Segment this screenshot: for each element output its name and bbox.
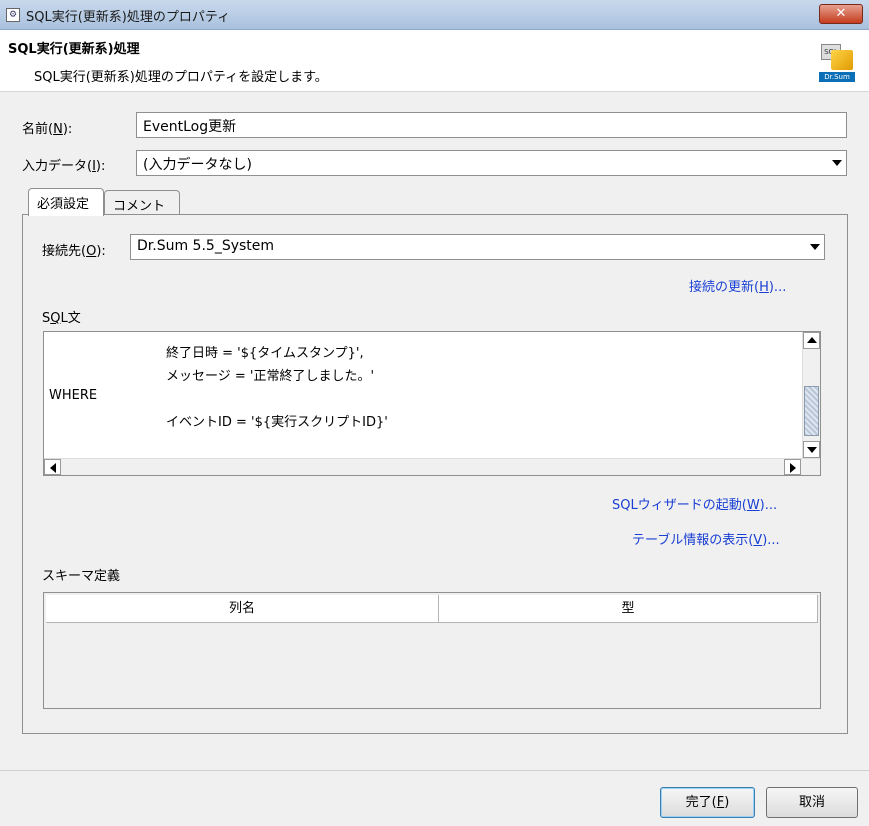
footer-divider	[0, 770, 869, 771]
sql-editor[interactable]: 終了日時 = '${タイムスタンプ}', メッセージ = '正常終了しました。'…	[43, 331, 821, 476]
scroll-up-button[interactable]	[803, 332, 820, 349]
column-header-name[interactable]: 列名	[46, 595, 439, 623]
dr-sum-logo-icon: SQL Dr.Sum	[819, 44, 855, 84]
chevron-down-icon[interactable]	[832, 160, 842, 166]
name-input[interactable]: EventLog更新	[136, 112, 847, 138]
scroll-thumb[interactable]	[804, 386, 819, 436]
header-title: SQL実行(更新系)処理	[8, 42, 140, 57]
tab-required-settings[interactable]: 必須設定	[28, 188, 104, 216]
finish-button[interactable]: 完了(F)	[660, 787, 755, 818]
refresh-connection-link[interactable]: 接続の更新(H)...	[689, 276, 786, 295]
sql-wizard-link[interactable]: SQLウィザードの起動(W)...	[612, 494, 777, 513]
header-description: SQL実行(更新系)処理のプロパティを設定します。	[34, 70, 328, 85]
window-title: SQL実行(更新系)処理のプロパティ	[26, 10, 231, 25]
cancel-button[interactable]: 取消	[766, 787, 858, 818]
vertical-scrollbar[interactable]	[802, 332, 820, 459]
dialog-header: SQL実行(更新系)処理 SQL実行(更新系)処理のプロパティを設定します。 S…	[0, 30, 869, 92]
chevron-down-icon[interactable]	[810, 244, 820, 250]
connection-value: Dr.Sum 5.5_System	[137, 238, 275, 254]
table-info-link[interactable]: テーブル情報の表示(V)...	[632, 529, 780, 548]
connection-select[interactable]: Dr.Sum 5.5_System	[130, 234, 825, 260]
app-icon: ⚙	[6, 8, 20, 22]
schema-table-header: 列名 型	[46, 595, 818, 623]
scroll-down-button[interactable]	[803, 441, 820, 458]
sql-line: WHERE	[49, 388, 98, 403]
tab-comment[interactable]: コメント	[104, 190, 180, 214]
sql-line: 終了日時 = '${タイムスタンプ}',	[166, 346, 364, 361]
horizontal-scrollbar[interactable]	[44, 458, 820, 475]
logo-brand-text: Dr.Sum	[819, 72, 855, 82]
arrow-down-icon	[807, 447, 817, 453]
scroll-right-button[interactable]	[784, 459, 801, 475]
input-data-select[interactable]: (入力データなし)	[136, 150, 847, 176]
connection-label: 接続先(O):	[42, 244, 106, 259]
input-data-value: (入力データなし)	[143, 157, 252, 173]
logo-cube	[831, 50, 853, 70]
arrow-up-icon	[807, 337, 817, 343]
scroll-left-button[interactable]	[44, 459, 61, 475]
close-button[interactable]: ✕	[819, 4, 863, 24]
schema-table[interactable]: 列名 型	[43, 592, 821, 709]
sql-label: SQL文	[42, 311, 81, 326]
schema-label: スキーマ定義	[42, 569, 121, 584]
input-data-label: 入力データ(I):	[22, 159, 106, 174]
sql-line: イベントID = '${実行スクリプトID}'	[166, 415, 388, 430]
column-header-type[interactable]: 型	[439, 595, 818, 623]
arrow-right-icon	[790, 463, 796, 473]
sql-line: メッセージ = '正常終了しました。'	[166, 369, 375, 384]
arrow-left-icon	[50, 463, 56, 473]
title-bar: ⚙ SQL実行(更新系)処理のプロパティ ✕	[0, 0, 869, 30]
name-label: 名前(N):	[22, 122, 73, 137]
